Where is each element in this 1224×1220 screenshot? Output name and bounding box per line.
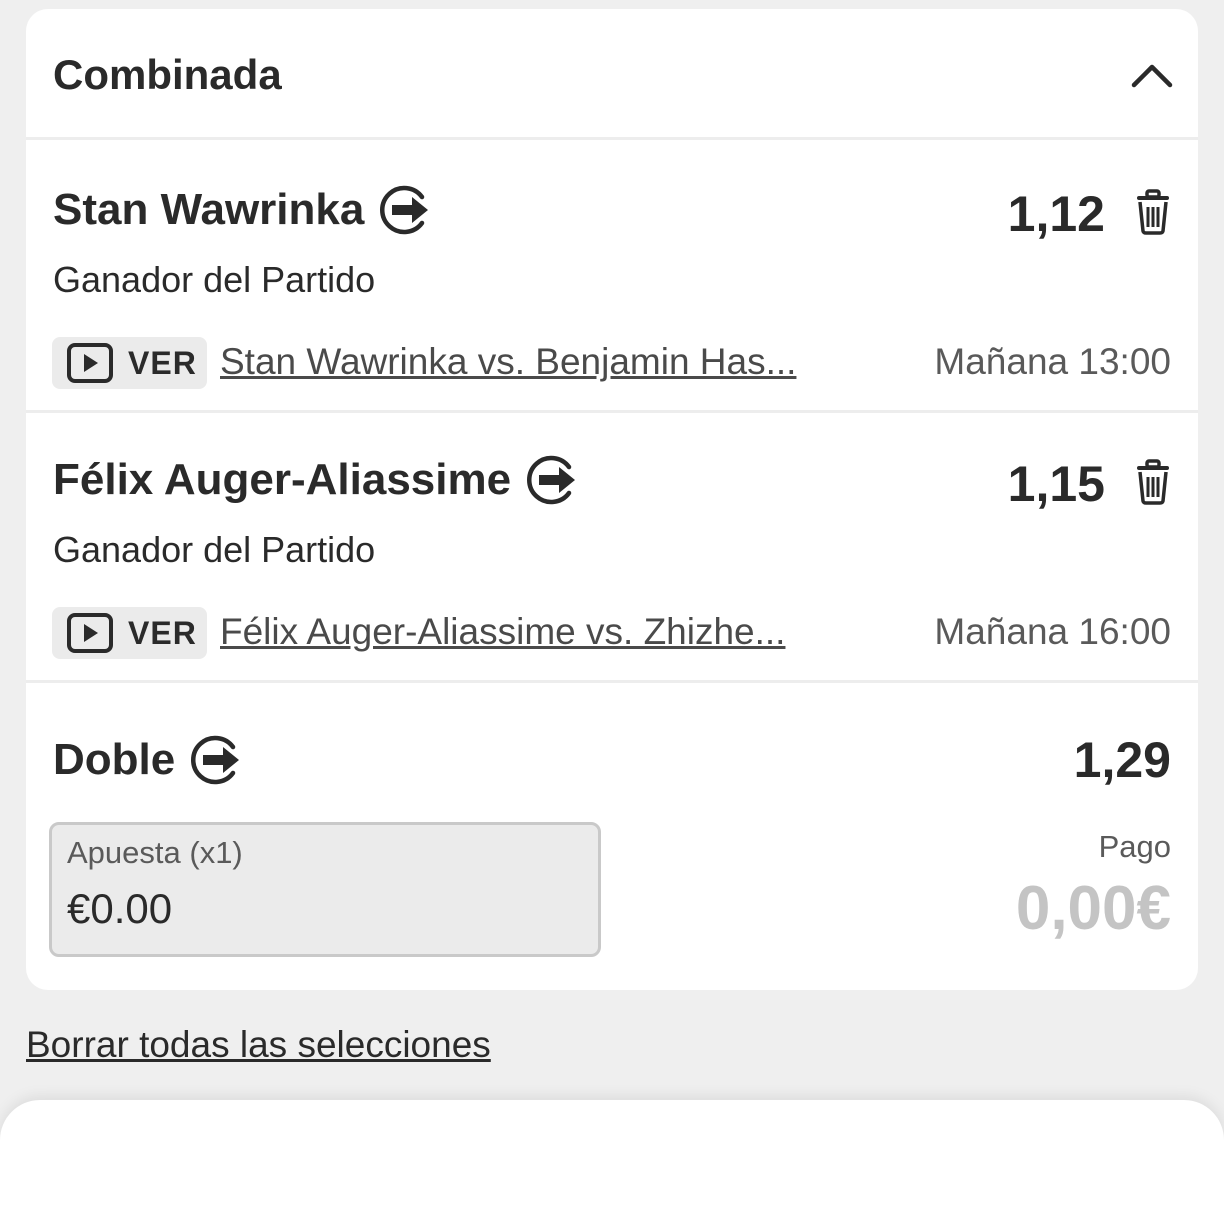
selection-market: Ganador del Partido	[53, 529, 376, 570]
betslip-card: Combinada Stan Wawrinka 1,12 Ganador del…	[26, 9, 1198, 990]
selection-item: Stan Wawrinka 1,12 Ganador del Partido V…	[26, 143, 1198, 413]
stake-value: €0.00	[67, 885, 173, 932]
event-time: Mañana 13:00	[934, 341, 1171, 382]
selection-name-label: Stan Wawrinka	[53, 185, 365, 234]
stake-input[interactable]: Apuesta (x1) €0.00	[49, 822, 601, 957]
event-link[interactable]: Stan Wawrinka vs. Benjamin Has...	[220, 341, 862, 383]
cashout-icon	[527, 455, 576, 505]
cashout-icon	[191, 735, 240, 785]
combo-odds: 1,29	[1073, 732, 1171, 788]
selection-market: Ganador del Partido	[53, 259, 376, 300]
betslip-title: Combinada	[53, 51, 282, 98]
play-video-icon	[67, 343, 113, 383]
payout-label: Pago	[1098, 829, 1171, 864]
watch-button[interactable]: VER	[52, 607, 207, 659]
combo-section: Doble 1,29 Apuesta (x1) €0.00 Pago 0,00€	[26, 689, 1198, 990]
event-time: Mañana 16:00	[934, 611, 1171, 652]
trash-icon[interactable]	[1132, 189, 1174, 235]
event-link[interactable]: Félix Auger-Aliassime vs. Zhizhe...	[220, 611, 862, 653]
watch-label: VER	[128, 614, 197, 651]
combo-name-label: Doble	[53, 735, 176, 784]
selection-odds: 1,15	[1007, 456, 1105, 512]
play-video-icon	[67, 613, 113, 653]
selection-name: Félix Auger-Aliassime	[53, 453, 579, 507]
payout-value: 0,00€	[1015, 874, 1171, 943]
watch-label: VER	[128, 344, 197, 381]
selection-name: Stan Wawrinka	[53, 183, 432, 237]
trash-icon[interactable]	[1132, 459, 1174, 505]
cashout-icon	[380, 185, 429, 235]
betslip-header[interactable]: Combinada	[26, 9, 1198, 140]
clear-all-link[interactable]: Borrar todas las selecciones	[26, 1024, 491, 1066]
combo-name: Doble	[53, 733, 243, 787]
collapse-button[interactable]	[1128, 51, 1176, 99]
watch-button[interactable]: VER	[52, 337, 207, 389]
stake-label: Apuesta (x1)	[67, 835, 243, 870]
selection-name-label: Félix Auger-Aliassime	[53, 455, 512, 504]
bottom-sheet	[0, 1100, 1224, 1220]
selection-odds: 1,12	[1007, 186, 1105, 242]
chevron-up-icon	[1131, 64, 1173, 88]
selection-item: Félix Auger-Aliassime 1,15 Ganador del P…	[26, 413, 1198, 683]
